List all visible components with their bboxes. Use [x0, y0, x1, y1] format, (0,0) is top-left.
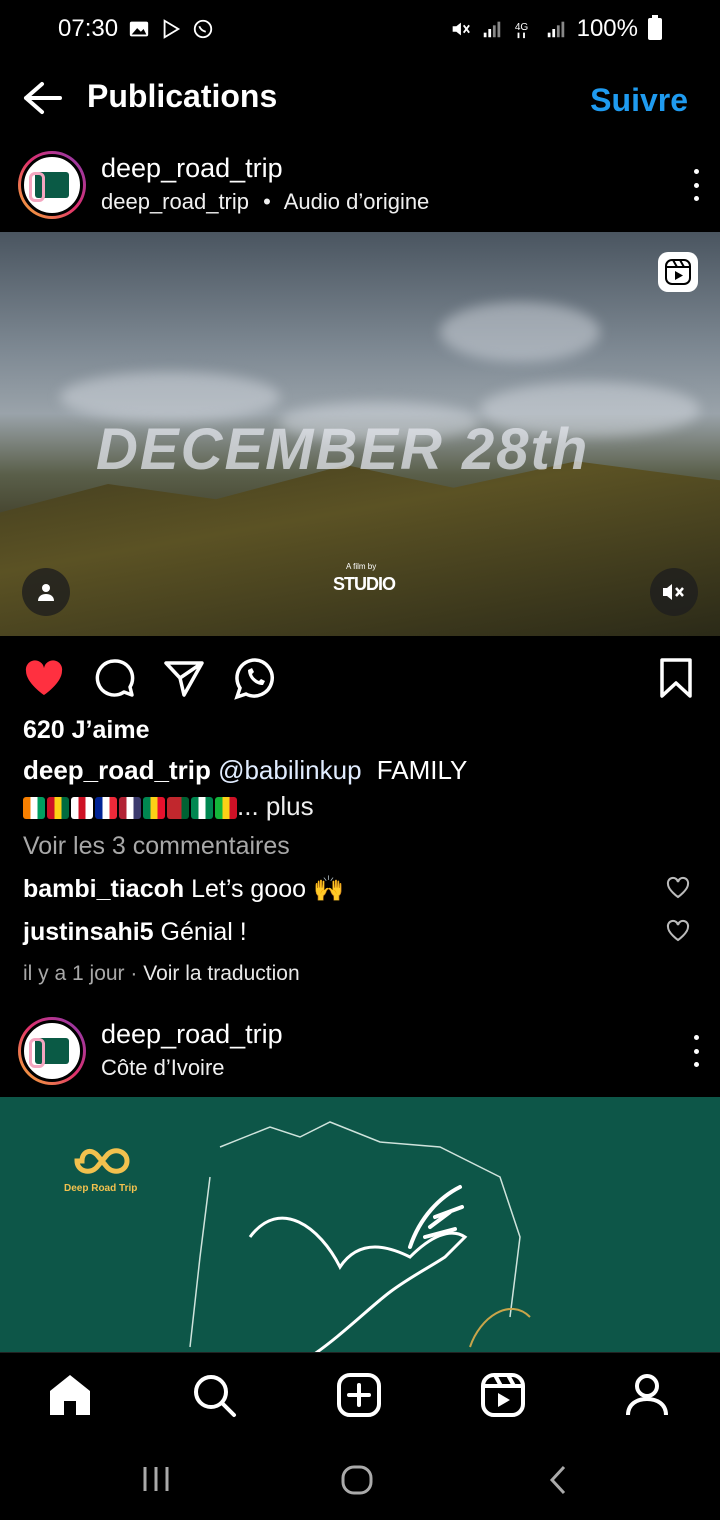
logo-text: Deep Road Trip [64, 1183, 138, 1194]
flag-emoji [47, 797, 69, 820]
post-caption: deep_road_trip @babilinkup FAMILY ... pl… [23, 752, 703, 824]
post-location[interactable]: Côte d’Ivoire [101, 1055, 225, 1081]
signal-icon [483, 21, 500, 38]
post-header: deep_road_trip deep_road_trip • Audio d’… [0, 145, 720, 225]
comment-icon[interactable] [93, 656, 137, 700]
battery-icon [648, 15, 662, 40]
share-icon[interactable] [162, 656, 206, 700]
flags-emoji-row [23, 797, 237, 820]
flag-emoji [71, 797, 93, 820]
back-arrow-icon[interactable] [20, 78, 64, 118]
comment-username[interactable]: bambi_tiacoh [23, 875, 184, 903]
translate-link[interactable]: Voir la traduction [143, 962, 299, 985]
create-icon[interactable] [335, 1371, 383, 1419]
comment-like-icon[interactable] [666, 919, 690, 943]
home-icon[interactable] [46, 1371, 94, 1419]
post-username[interactable]: deep_road_trip [101, 1019, 283, 1050]
back-chevron-icon[interactable] [546, 1464, 570, 1496]
audio-link[interactable]: Audio d’origine [284, 189, 430, 214]
like-count[interactable]: 620 J’aime [23, 716, 150, 745]
reels-badge-icon [658, 252, 698, 292]
follow-button[interactable]: Suivre [590, 82, 688, 119]
flag-emoji [23, 797, 45, 820]
svg-text:4G: 4G [514, 22, 528, 33]
like-heart-icon[interactable] [22, 656, 66, 700]
post-username[interactable]: deep_road_trip [101, 153, 283, 184]
status-time: 07:30 [58, 15, 119, 42]
avatar-logo-icon [29, 1038, 69, 1068]
studio-logo: STUDIO [333, 574, 396, 594]
video-overlay-text: DECEMBER 28th [96, 417, 590, 482]
sub-separator: • [263, 189, 271, 214]
mute-toggle-icon[interactable] [650, 568, 698, 616]
comment-username[interactable]: justinsahi5 [23, 918, 154, 946]
bookmark-icon[interactable] [654, 656, 698, 700]
whatsapp-share-icon[interactable] [233, 656, 277, 700]
comment-like-icon[interactable] [666, 876, 690, 900]
caption-text: FAMILY [376, 755, 468, 785]
caption-mention[interactable]: @babilinkup [218, 755, 361, 785]
time-ago: il y a 1 jour [23, 962, 125, 985]
post-timestamp: il y a 1 jour · Voir la traduction [23, 962, 300, 986]
battery-percent: 100% [576, 15, 638, 42]
flag-emoji [95, 797, 117, 820]
post-video[interactable]: DECEMBER 28th A film by STUDIO [0, 232, 720, 636]
more-link[interactable]: ... plus [237, 791, 314, 821]
avatar[interactable] [18, 151, 86, 219]
whatsapp-icon [193, 19, 213, 39]
avatar[interactable] [18, 1017, 86, 1085]
post-image[interactable]: Deep Road Trip [0, 1097, 720, 1352]
reels-icon[interactable] [479, 1371, 527, 1419]
comment-text: Let’s gooo 🙌 [191, 875, 345, 903]
sub-username[interactable]: deep_road_trip [101, 189, 249, 214]
post-subtitle: deep_road_trip • Audio d’origine [101, 189, 429, 215]
more-options-icon[interactable] [692, 169, 700, 201]
film-by-text: A film by [346, 562, 377, 571]
map-dove-illustration [189, 1121, 531, 1352]
flag-emoji [167, 797, 189, 820]
system-navigation [0, 1436, 720, 1520]
post-actions [0, 652, 720, 708]
bottom-navigation [0, 1352, 720, 1436]
comment-row: bambi_tiacoh Let’s gooo 🙌 [23, 875, 683, 904]
post-header: deep_road_trip Côte d’Ivoire [0, 1011, 720, 1091]
flag-emoji [191, 797, 213, 820]
infinity-logo-icon [74, 1148, 130, 1174]
search-icon[interactable] [190, 1371, 238, 1419]
play-store-icon [163, 19, 181, 39]
page-title: Publications [87, 78, 278, 114]
signal-icon [547, 21, 564, 38]
flag-emoji [143, 797, 165, 820]
status-bar: 07:30 4G 100% [0, 0, 720, 58]
comment-row: justinsahi5 Génial ! [23, 918, 683, 947]
caption-username[interactable]: deep_road_trip [23, 755, 211, 785]
gallery-icon [129, 21, 149, 37]
mute-icon [452, 22, 470, 36]
top-header: Publications Suivre [0, 66, 720, 130]
comment-text: Génial ! [160, 918, 247, 946]
avatar-logo-icon [29, 172, 69, 202]
home-circle-icon[interactable] [340, 1464, 374, 1496]
flag-emoji [119, 797, 141, 820]
profile-icon[interactable] [623, 1371, 671, 1419]
recents-icon[interactable] [140, 1464, 172, 1494]
more-options-icon[interactable] [692, 1035, 700, 1067]
flag-emoji [215, 797, 237, 820]
view-comments-link[interactable]: Voir les 3 commentaires [23, 832, 290, 861]
time-separator: · [124, 962, 144, 985]
tagged-users-icon[interactable] [22, 568, 70, 616]
4g-icon: 4G [514, 22, 528, 39]
